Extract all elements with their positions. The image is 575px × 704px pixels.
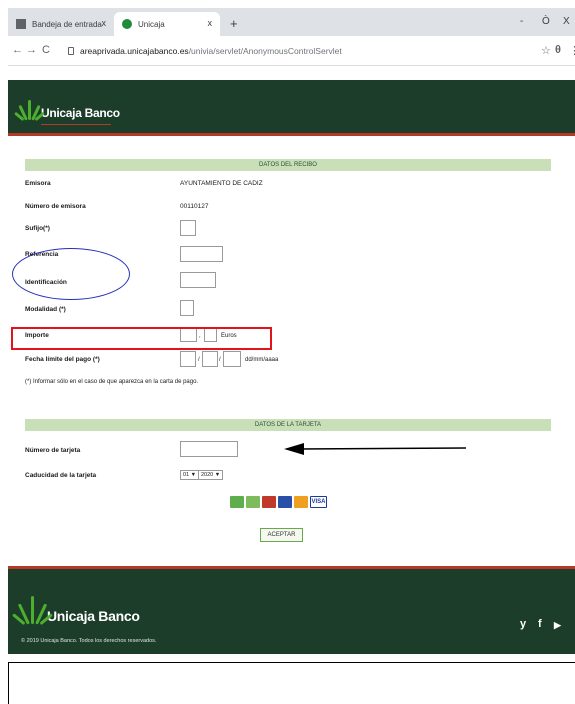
- fecha-separator: /: [219, 357, 221, 363]
- fecha-day-input[interactable]: [180, 351, 196, 367]
- fecha-separator: /: [198, 357, 200, 363]
- minimize-button[interactable]: -: [520, 16, 523, 27]
- back-button[interactable]: ←: [12, 44, 23, 56]
- unicaja-logo[interactable]: Unicaja Banco: [14, 98, 120, 125]
- modalidad-input[interactable]: [180, 300, 194, 316]
- browser-address-bar: ← → C areaprivada.unicajabanco.es/univia…: [8, 36, 575, 66]
- tab-label: Unicaja: [138, 19, 165, 29]
- sufijo-label: Sufijo(*): [25, 225, 50, 232]
- referencia-input[interactable]: [180, 246, 223, 262]
- mail-icon: [16, 19, 26, 29]
- card-logo-icon: [230, 496, 244, 508]
- fecha-year-input[interactable]: [223, 351, 241, 367]
- annotation-highlight-box: [11, 327, 272, 350]
- visa-icon: VISA: [310, 496, 327, 508]
- annotation-ellipse: [12, 248, 130, 300]
- url-host: areaprivada.unicajabanco.es: [80, 46, 189, 56]
- menu-icon[interactable]: ⋮: [569, 44, 575, 57]
- fecha-month-input[interactable]: [202, 351, 218, 367]
- fecha-label: Fecha límite del pago (*): [25, 356, 100, 363]
- numero-emisora-value: 00110127: [180, 203, 209, 210]
- close-tab-icon[interactable]: x: [208, 18, 213, 28]
- new-tab-button[interactable]: +: [230, 16, 238, 31]
- twitter-icon[interactable]: y: [520, 618, 526, 630]
- copyright-text: © 2019 Unicaja Banco. Todos los derechos…: [21, 638, 157, 644]
- footer-brand-name: Unicaja Banco: [47, 608, 140, 624]
- close-tab-icon[interactable]: x: [102, 18, 107, 28]
- leaf-logo-icon: [12, 594, 53, 626]
- fecha-format-hint: dd/mm/aaaa: [245, 357, 279, 363]
- leaf-logo-icon: [14, 98, 45, 122]
- annotation-arrow-icon: [284, 443, 466, 455]
- facebook-icon[interactable]: f: [538, 618, 542, 630]
- page: Unicaja Banco DATOS DEL RECIBO Emisora A…: [8, 66, 575, 654]
- site-footer: Unicaja Banco © 2019 Unicaja Banco. Todo…: [8, 566, 575, 654]
- tab-unicaja[interactable]: Unicaja x: [114, 12, 220, 36]
- brand-underline: [41, 124, 111, 125]
- footer-divider: [8, 566, 575, 569]
- youtube-icon[interactable]: ▶: [554, 620, 561, 631]
- empty-caption-box: [8, 662, 575, 704]
- mastercard-icon: [294, 496, 308, 508]
- numero-tarjeta-label: Número de tarjeta: [25, 447, 81, 454]
- numero-tarjeta-input[interactable]: [180, 441, 238, 457]
- card-logo-icon: [246, 496, 260, 508]
- payment-form: DATOS DEL RECIBO Emisora AYUNTAMIENTO DE…: [8, 136, 575, 569]
- site-header: Unicaja Banco: [8, 80, 575, 136]
- bookmark-star-icon[interactable]: ☆: [541, 44, 551, 57]
- browser-tab-bar: Bandeja de entrada x Unicaja x + - Ò X: [8, 8, 575, 36]
- tab-label: Bandeja de entrada: [32, 19, 102, 29]
- aceptar-button[interactable]: ACEPTAR: [260, 528, 303, 542]
- lock-icon: [68, 47, 74, 55]
- modalidad-label: Modalidad (*): [25, 306, 66, 313]
- reload-button[interactable]: C: [42, 44, 50, 56]
- url-input[interactable]: areaprivada.unicajabanco.es/univia/servl…: [68, 42, 538, 60]
- url-path: /univia/servlet/AnonymousControlServlet: [188, 46, 342, 56]
- accepted-cards: VISA: [230, 496, 330, 510]
- sufijo-input[interactable]: [180, 220, 196, 236]
- form-note: (*) Informar sólo en el caso de que apar…: [25, 379, 199, 385]
- forward-button[interactable]: →: [26, 44, 37, 56]
- maximize-button[interactable]: Ò: [542, 16, 550, 27]
- brand-name: Unicaja Banco: [41, 106, 120, 120]
- caducidad-label: Caducidad de la tarjeta: [25, 472, 97, 479]
- section-title-recibo: DATOS DEL RECIBO: [25, 159, 551, 171]
- maestro-icon: [278, 496, 292, 508]
- footer-unicaja-logo[interactable]: Unicaja Banco: [12, 594, 140, 626]
- identificacion-input[interactable]: [180, 272, 216, 288]
- emisora-value: AYUNTAMIENTO DE CADIZ: [180, 180, 263, 187]
- unicaja-icon: [122, 19, 132, 29]
- caducidad-month-select[interactable]: 01 ▼: [180, 470, 200, 480]
- emisora-label: Emisora: [25, 180, 51, 187]
- section-title-tarjeta: DATOS DE LA TARJETA: [25, 419, 551, 431]
- close-window-button[interactable]: X: [563, 16, 570, 27]
- profile-icon[interactable]: θ: [555, 44, 561, 56]
- card-logo-icon: [262, 496, 276, 508]
- numero-emisora-label: Número de emisora: [25, 203, 86, 210]
- tab-bandeja-de-entrada[interactable]: Bandeja de entrada x: [8, 12, 114, 36]
- caducidad-year-select[interactable]: 2020 ▼: [198, 470, 224, 480]
